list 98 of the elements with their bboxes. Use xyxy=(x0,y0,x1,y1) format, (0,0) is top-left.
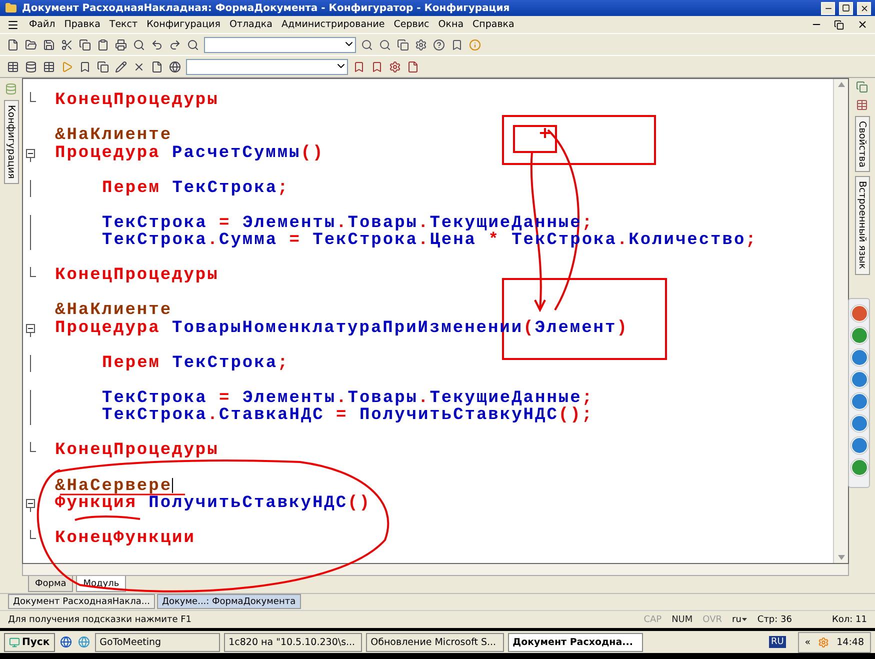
code-line: Функция ПолучитьСтавкуНДС() xyxy=(55,496,371,511)
monitor-icon xyxy=(9,636,20,648)
editor-tab[interactable]: Форма xyxy=(28,576,74,592)
toolbar-icon[interactable] xyxy=(186,38,200,52)
menu-item[interactable]: Текст xyxy=(109,19,138,30)
code-line: КонецПроцедуры xyxy=(55,443,219,458)
column-number: Кол: 11 xyxy=(832,614,867,624)
toolbar-icon[interactable] xyxy=(78,38,92,52)
tray-expand[interactable]: « xyxy=(804,636,811,648)
code-line: Процедура РасчетСуммы() xyxy=(55,146,324,161)
method-field[interactable] xyxy=(186,58,348,74)
code-line: ТекСтрока = Элементы.Товары.ТекущиеДанные; xyxy=(102,390,594,406)
window-title: Документ РасходнаяНакладная: ФормаДокумента - Конфигуратор - Конфигурация xyxy=(22,2,511,14)
toolbar-icon[interactable] xyxy=(42,60,56,74)
toolbar-icon[interactable] xyxy=(168,38,182,52)
clock: 14:48 xyxy=(836,636,864,648)
toolbar-icon[interactable] xyxy=(378,38,392,52)
window-tab[interactable]: Докуме...: ФормаДокумента xyxy=(156,594,301,609)
toolbar-icon[interactable] xyxy=(352,60,366,74)
taskbar-button[interactable]: Документ Расходна... xyxy=(508,632,643,652)
side-tab[interactable]: Встроенный язык xyxy=(854,176,870,274)
toolbar-icon[interactable] xyxy=(96,60,110,74)
start-button[interactable]: Пуск xyxy=(4,632,55,652)
close-button[interactable] xyxy=(857,2,871,14)
toolbar-icon[interactable] xyxy=(114,38,128,52)
code-line: Перем ТекСтрока; xyxy=(102,356,290,371)
code-line: ТекСтрока.СтавкаНДС = ПолучитьСтавкуНДС(); xyxy=(102,408,594,424)
toolbar-icon[interactable] xyxy=(414,38,428,52)
line-number: Стр: 36 xyxy=(757,614,792,624)
toolbar-icon[interactable] xyxy=(24,60,38,74)
code-line: КонецПроцедуры xyxy=(55,268,219,284)
toolbar-icon[interactable] xyxy=(396,38,410,52)
menu-item[interactable]: Файл xyxy=(29,19,56,30)
menu-item[interactable]: Конфигурация xyxy=(146,19,220,30)
panel-icon[interactable] xyxy=(855,98,869,112)
taskbar-button[interactable]: 1с820 на "10.5.10.230\s... xyxy=(224,632,362,652)
taskbar-button[interactable]: Обновление Microsoft S... xyxy=(366,632,504,652)
side-tab[interactable]: Свойства xyxy=(854,116,870,172)
toolbar-icon[interactable] xyxy=(6,60,20,74)
minimize-button[interactable] xyxy=(821,2,835,14)
fold-toggle[interactable] xyxy=(26,499,35,508)
caret-icon xyxy=(742,618,748,621)
browser-icon[interactable] xyxy=(58,635,73,649)
status-indicator: NUM xyxy=(672,614,693,624)
code-line: КонецПроцедуры xyxy=(55,93,219,108)
status-indicator: CAP xyxy=(644,614,662,624)
menu-item[interactable]: Сервис xyxy=(394,19,430,30)
restore-icon[interactable] xyxy=(832,18,846,32)
maximize-icon xyxy=(842,4,850,12)
code-line: &НаСервере xyxy=(55,478,174,494)
side-tab[interactable]: Конфигурация xyxy=(4,100,18,184)
configuration-icon xyxy=(4,82,18,96)
menu-item[interactable]: Окна xyxy=(438,19,464,30)
code-line: &НаКлиенте xyxy=(55,128,172,144)
toolbar-icon[interactable] xyxy=(450,38,464,52)
cursor-mark xyxy=(539,127,551,139)
toolbar-icon[interactable] xyxy=(96,38,110,52)
toolbar-icon[interactable] xyxy=(168,60,182,74)
browser-icon[interactable] xyxy=(76,635,91,649)
up-arrow-icon xyxy=(838,82,844,87)
toolbar-icon[interactable] xyxy=(114,60,128,74)
code-line: Перем ТекСтрока; xyxy=(102,180,290,196)
scrollbar[interactable] xyxy=(833,79,848,563)
toolbar-icon[interactable] xyxy=(78,60,92,74)
menu-item[interactable]: Справка xyxy=(472,19,514,30)
taskbar-button[interactable]: GoToMeeting xyxy=(94,632,220,652)
language-selector[interactable]: ru xyxy=(732,614,748,624)
toolbar-icon[interactable] xyxy=(360,38,374,52)
toolbar-icon[interactable] xyxy=(432,38,446,52)
toolbar-icon[interactable] xyxy=(132,38,146,52)
down-arrow-icon xyxy=(838,555,844,560)
toolbar-icon[interactable] xyxy=(42,38,56,52)
maximize-button[interactable] xyxy=(839,2,853,14)
toolbar-icon[interactable] xyxy=(370,60,384,74)
search-field[interactable] xyxy=(204,36,356,52)
language-indicator[interactable]: RU xyxy=(768,636,786,648)
fold-toggle[interactable] xyxy=(26,324,35,333)
status-hint: Для получения подсказки нажмите F1 xyxy=(8,614,193,624)
code-line: &НаКлиенте xyxy=(55,303,172,318)
menu-item[interactable]: Правка xyxy=(64,19,100,30)
toolbar-icon[interactable] xyxy=(406,60,420,74)
annotation-underline xyxy=(74,516,140,521)
toolbar-icon[interactable] xyxy=(24,38,38,52)
code-line: КонецФункции xyxy=(55,530,196,546)
window-tab[interactable]: Документ РасходнаяНакла... xyxy=(8,594,155,609)
toolbar-icon[interactable] xyxy=(6,38,20,52)
app-icon xyxy=(4,1,18,15)
status-indicator: OVR xyxy=(702,614,722,624)
scrollbar[interactable] xyxy=(22,564,849,576)
menu-item[interactable]: Отладка xyxy=(229,19,272,30)
toolbar-icon[interactable] xyxy=(388,60,402,74)
toolbar-icon[interactable] xyxy=(150,38,164,52)
toolbar-icon[interactable] xyxy=(150,60,164,74)
close-icon xyxy=(860,4,868,12)
toolbar-icon[interactable] xyxy=(60,38,74,52)
fold-toggle[interactable] xyxy=(26,149,35,158)
menu-item[interactable]: Администрирование xyxy=(282,19,385,30)
panel-icon[interactable] xyxy=(855,80,869,94)
